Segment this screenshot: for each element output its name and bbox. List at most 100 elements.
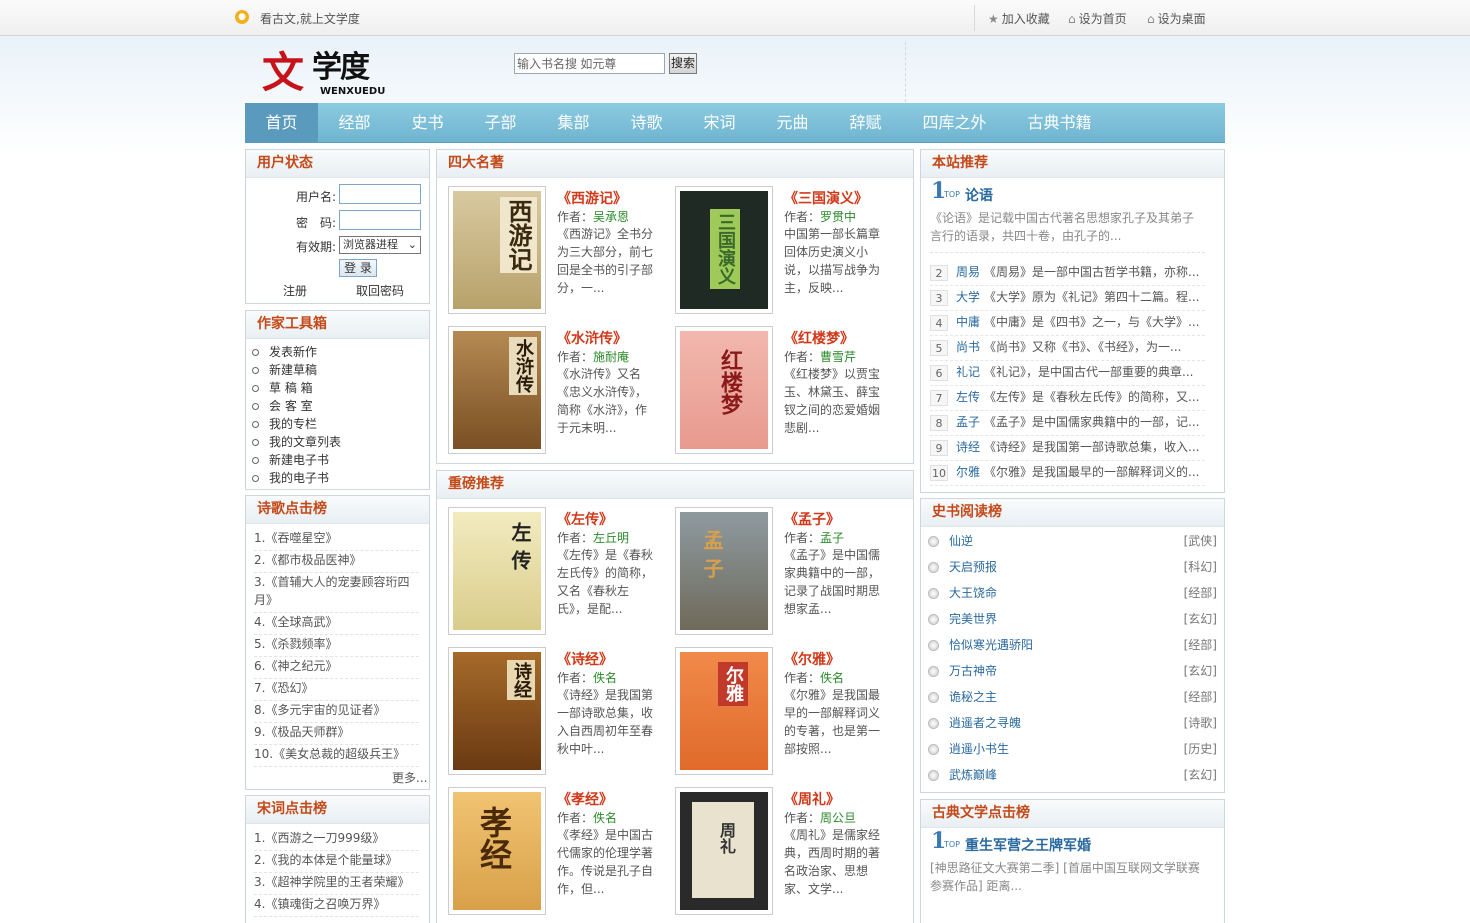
rank-item[interactable]: 8.《多元宇宙的见证者》	[254, 701, 419, 723]
book-title[interactable]: 《尔雅》	[784, 649, 840, 669]
history-book-link[interactable]: 逍遥者之寻魄	[949, 716, 1021, 730]
tool-item[interactable]: 新建草稿	[252, 361, 317, 378]
set-desktop-link[interactable]: ⌂ 设为桌面	[1147, 10, 1206, 27]
history-item[interactable]: 完美世界 [玄幻]	[928, 606, 1217, 632]
tool-item[interactable]: 草 稿 箱	[252, 379, 313, 396]
nav-item-jingbu[interactable]: 经部	[318, 103, 391, 143]
rank-item[interactable]: 4.《全球高武》	[254, 613, 419, 635]
rank-item[interactable]: 4.《镇魂街之召唤万界》	[254, 895, 419, 917]
book-cover[interactable]: 左传	[448, 507, 546, 635]
recommend-keyword[interactable]: 周易	[956, 265, 980, 279]
book-cover[interactable]: 尔雅	[675, 647, 773, 775]
nav-item-gudian[interactable]: 古典书籍	[1012, 103, 1107, 143]
book-title[interactable]: 《西游记》	[557, 188, 627, 208]
login-button[interactable]: 登 录	[339, 259, 377, 277]
book-cover[interactable]: 周礼	[675, 787, 773, 915]
nav-item-zibu[interactable]: 子部	[464, 103, 537, 143]
history-item[interactable]: 大王饶命 [经部]	[928, 580, 1217, 606]
tool-item[interactable]: 会 客 室	[252, 397, 313, 414]
username-field[interactable]	[339, 184, 421, 204]
recommend-item[interactable]: 8 孟子 《孟子》是中国儒家典籍中的一部，记...	[930, 411, 1205, 436]
password-field[interactable]	[339, 210, 421, 230]
book-title[interactable]: 《红楼梦》	[784, 328, 854, 348]
history-book-link[interactable]: 万古神帝	[949, 664, 997, 678]
book-title[interactable]: 《左传》	[557, 509, 613, 529]
set-homepage-link[interactable]: ⌂ 设为首页	[1068, 10, 1127, 27]
tool-item[interactable]: 新建电子书	[252, 451, 329, 468]
recommend-keyword[interactable]: 尔雅	[956, 465, 980, 479]
top-book-title[interactable]: 论语	[965, 185, 993, 205]
recommend-item[interactable]: 5 尚书 《尚书》又称《书》、《书经》，为一...	[930, 336, 1205, 361]
book-cover[interactable]: 孟子	[675, 507, 773, 635]
history-book-link[interactable]: 诡秘之主	[949, 690, 997, 704]
book-cover[interactable]: 红楼梦	[675, 326, 773, 454]
recommend-item[interactable]: 9 诗经 《诗经》是我国第一部诗歌总集，收入...	[930, 436, 1205, 461]
book-cover[interactable]: 水浒传	[448, 326, 546, 454]
book-title[interactable]: 《周礼》	[784, 789, 840, 809]
rank-item[interactable]: 10.《美女总裁的超级兵王》	[254, 745, 419, 767]
rank-item[interactable]: 1.《西游之一刀999级》	[254, 829, 419, 851]
history-item[interactable]: 仙逆 [武侠]	[928, 528, 1217, 554]
rank-item[interactable]: 7.《恐幻》	[254, 679, 419, 701]
tool-item[interactable]: 我的专栏	[252, 415, 317, 432]
nav-item-songci[interactable]: 宋词	[683, 103, 756, 143]
history-item[interactable]: 恰似寒光遇骄阳 [经部]	[928, 632, 1217, 658]
nav-item-yuanqu[interactable]: 元曲	[756, 103, 829, 143]
rank-item[interactable]: 2.《都市极品医神》	[254, 551, 419, 573]
more-link[interactable]: 更多...	[392, 769, 427, 786]
book-cover[interactable]: 三国演义	[675, 186, 773, 314]
tool-item[interactable]: 我的文章列表	[252, 433, 341, 450]
history-item[interactable]: 诡秘之主 [经部]	[928, 684, 1217, 710]
recommend-item[interactable]: 2 周易 《周易》是一部中国古哲学书籍，亦称...	[930, 261, 1205, 286]
add-favorite-link[interactable]: ★ 加入收藏	[988, 10, 1050, 27]
book-title[interactable]: 《孟子》	[784, 509, 840, 529]
nav-item-sikuzhiwai[interactable]: 四库之外	[907, 103, 1002, 143]
register-link[interactable]: 注册	[283, 282, 307, 299]
book-title[interactable]: 《水浒传》	[557, 328, 627, 348]
recommend-keyword[interactable]: 中庸	[956, 315, 980, 329]
recommend-item[interactable]: 3 大学 《大学》原为《礼记》第四十二篇。程...	[930, 286, 1205, 311]
rank-item[interactable]: 9.《极品天师群》	[254, 723, 419, 745]
search-input[interactable]	[514, 53, 665, 74]
rank-item[interactable]: 3.《首辅大人的宠妻顾容珩四月》	[254, 573, 419, 613]
recommend-item[interactable]: 6 礼记 《礼记》，是中国古代一部重要的典章...	[930, 361, 1205, 386]
history-book-link[interactable]: 完美世界	[949, 612, 997, 626]
expiry-select[interactable]: 浏览器进程 ⌄	[339, 236, 421, 254]
site-logo[interactable]: 文 学度 WENXUEDU	[262, 48, 392, 102]
recommend-keyword[interactable]: 尚书	[956, 340, 980, 354]
nav-item-shishu[interactable]: 史书	[391, 103, 464, 143]
recommend-keyword[interactable]: 孟子	[956, 415, 980, 429]
book-title[interactable]: 《孝经》	[557, 789, 613, 809]
book-title[interactable]: 《三国演义》	[784, 188, 868, 208]
history-item[interactable]: 天启预报 [科幻]	[928, 554, 1217, 580]
book-cover[interactable]: 孝经	[448, 787, 546, 915]
rank-item[interactable]: 5.《杀戮频率》	[254, 635, 419, 657]
nav-item-home[interactable]: 首页	[245, 103, 318, 143]
history-item[interactable]: 逍遥者之寻魄 [诗歌]	[928, 710, 1217, 736]
nav-item-cifu[interactable]: 辞赋	[829, 103, 902, 143]
recommend-keyword[interactable]: 大学	[956, 290, 980, 304]
recommend-keyword[interactable]: 礼记	[956, 365, 980, 379]
book-cover[interactable]: 西游记	[448, 186, 546, 314]
rank-item[interactable]: 3.《超神学院里的王者荣耀》	[254, 873, 419, 895]
history-item[interactable]: 万古神帝 [玄幻]	[928, 658, 1217, 684]
history-item[interactable]: 武炼巅峰 [玄幻]	[928, 762, 1217, 788]
book-cover[interactable]: 诗经	[448, 647, 546, 775]
forgot-password-link[interactable]: 取回密码	[356, 282, 404, 299]
history-book-link[interactable]: 武炼巅峰	[949, 768, 997, 782]
top-book-title[interactable]: 重生军营之王牌军婚	[965, 835, 1091, 855]
search-button[interactable]: 搜索	[669, 53, 697, 74]
history-book-link[interactable]: 天启预报	[949, 560, 997, 574]
rank-item[interactable]: 2.《我的本体是个能量球》	[254, 851, 419, 873]
nav-item-shige[interactable]: 诗歌	[610, 103, 683, 143]
tool-item[interactable]: 我的电子书	[252, 469, 329, 486]
rank-item[interactable]: 6.《神之纪元》	[254, 657, 419, 679]
history-item[interactable]: 逍遥小书生 [历史]	[928, 736, 1217, 762]
history-book-link[interactable]: 逍遥小书生	[949, 742, 1009, 756]
recommend-item[interactable]: 7 左传 《左传》是《春秋左氏传》的简称，又...	[930, 386, 1205, 411]
history-book-link[interactable]: 恰似寒光遇骄阳	[949, 638, 1033, 652]
recommend-item[interactable]: 10 尔雅 《尔雅》是我国最早的一部解释词义的...	[930, 461, 1205, 486]
history-book-link[interactable]: 仙逆	[949, 534, 973, 548]
recommend-keyword[interactable]: 左传	[956, 390, 980, 404]
history-book-link[interactable]: 大王饶命	[949, 586, 997, 600]
